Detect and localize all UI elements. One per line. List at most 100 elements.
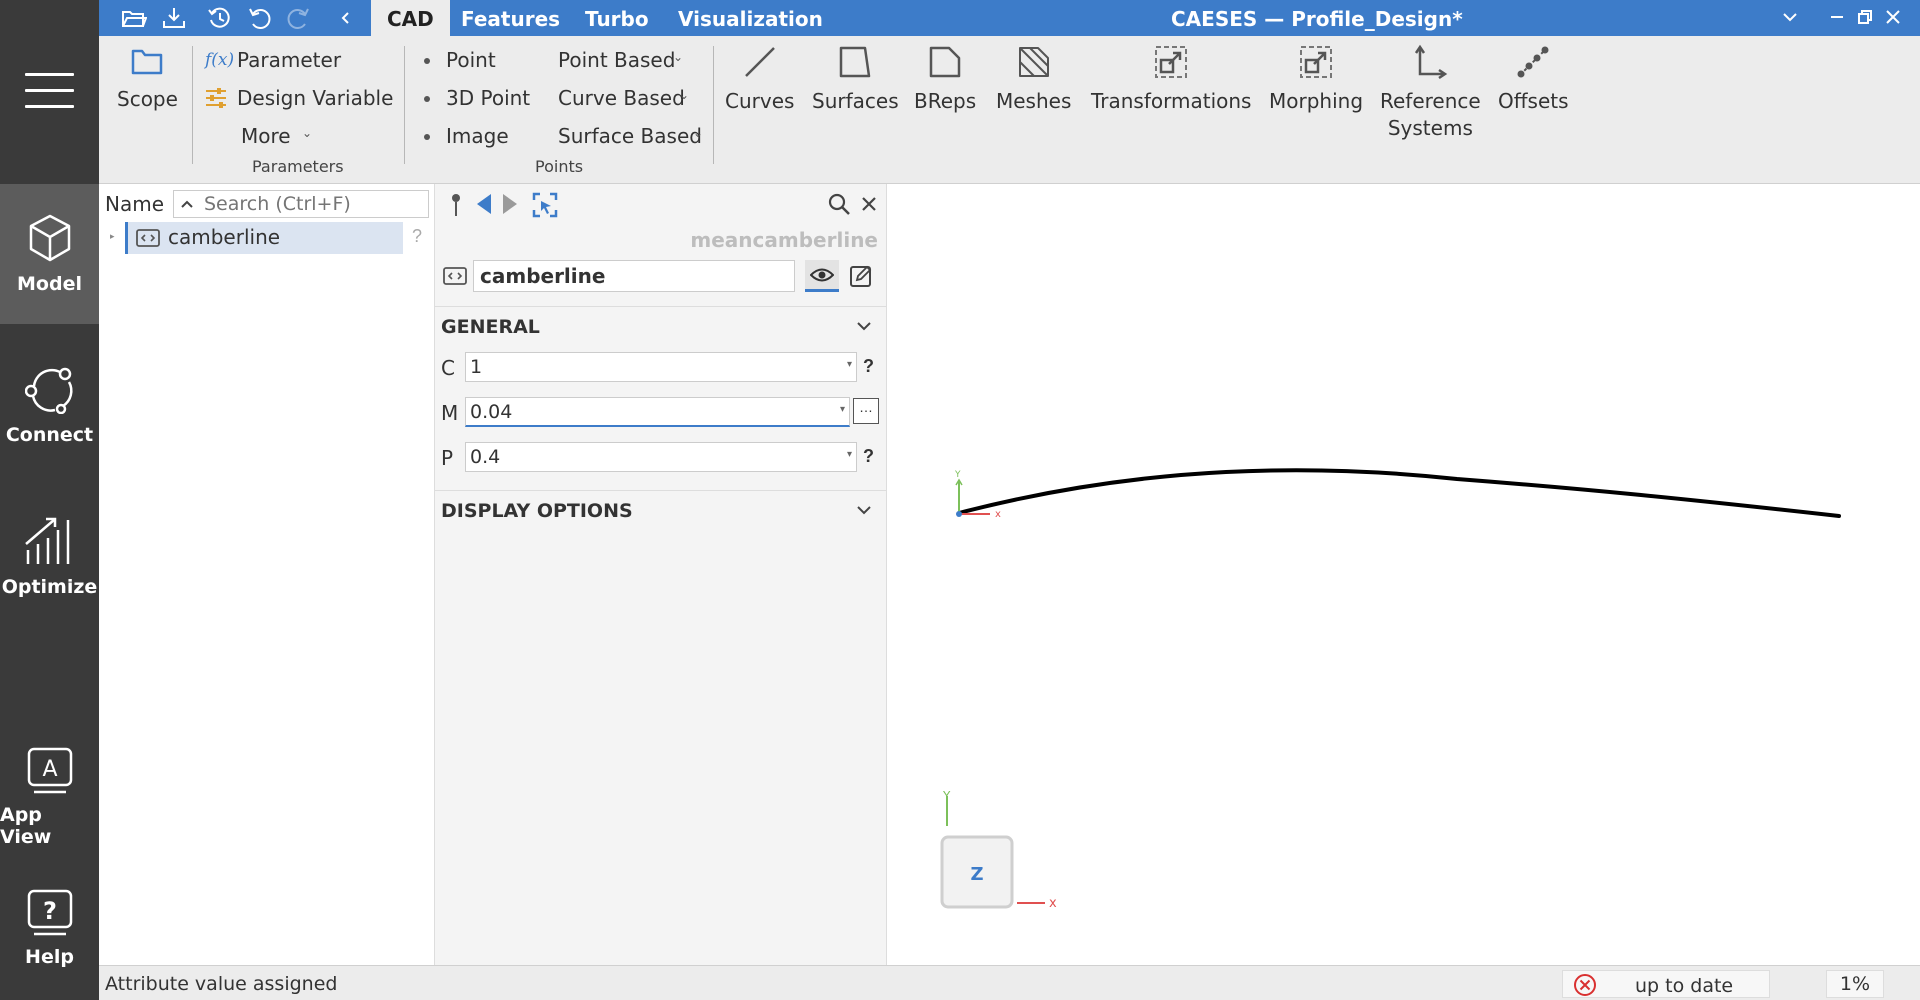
param-m-field[interactable]: ▾ xyxy=(465,397,850,427)
parameter-label: Parameter xyxy=(237,48,342,72)
back-arrow-icon[interactable] xyxy=(475,192,493,216)
view-cube-x-label: x xyxy=(1049,896,1057,911)
save-icon[interactable] xyxy=(161,5,187,31)
close-icon[interactable] xyxy=(1882,6,1904,28)
offsets-button[interactable]: Offsets xyxy=(1498,44,1569,115)
view-cube-z-label[interactable]: Z xyxy=(970,864,983,885)
sliders-icon xyxy=(206,88,226,108)
object-tree-panel: Name ▸ camberline ? xyxy=(99,184,435,965)
help-icon[interactable]: ? xyxy=(412,226,422,247)
restore-icon[interactable] xyxy=(1854,6,1876,28)
sidebar-item-model[interactable]: Model xyxy=(0,184,99,324)
sidebar-item-app-view[interactable]: A App View xyxy=(0,727,99,867)
param-m-label: M xyxy=(441,401,459,425)
edit-icon[interactable] xyxy=(849,264,873,288)
ribbon: Scope f(x) Parameter Design Variable Mor… xyxy=(99,36,1920,184)
tree-item-camberline[interactable]: camberline xyxy=(125,222,403,254)
design-variable-label: Design Variable xyxy=(237,86,394,110)
svg-text:A: A xyxy=(42,757,57,782)
app-view-icon: A xyxy=(27,747,72,794)
feature-icon xyxy=(443,267,467,285)
object-name-field[interactable]: camberline xyxy=(473,260,795,292)
meshes-label: Meshes xyxy=(996,89,1072,113)
param-c-input[interactable] xyxy=(470,353,830,381)
surfaces-label: Surfaces xyxy=(812,89,899,113)
chevron-up-icon[interactable] xyxy=(180,198,194,210)
transformation-icon xyxy=(1155,46,1188,78)
sidebar-item-help[interactable]: ? Help xyxy=(0,858,99,998)
morphing-button[interactable]: Morphing xyxy=(1269,44,1363,115)
dropdown-arrow-icon[interactable]: ▾ xyxy=(847,359,852,370)
cube-icon xyxy=(29,214,70,262)
viewport-canvas[interactable]: Y x Y x Z xyxy=(887,184,1920,965)
minimize-icon[interactable] xyxy=(1826,6,1848,28)
breps-button[interactable]: BReps xyxy=(914,44,976,115)
param-m-input[interactable] xyxy=(470,398,830,426)
more-label: More xyxy=(241,124,291,148)
tree-name-header[interactable]: Name xyxy=(105,192,164,216)
expand-icon[interactable]: ▸ xyxy=(110,231,115,242)
help-icon[interactable]: ? xyxy=(863,356,874,377)
morphing-icon xyxy=(1300,46,1332,78)
param-c-field[interactable]: ▾ xyxy=(465,352,857,382)
select-icon[interactable] xyxy=(532,192,558,218)
update-status-label: up to date xyxy=(1635,975,1734,997)
tab-visualization[interactable]: Visualization xyxy=(662,0,839,36)
more-options-button[interactable]: … xyxy=(853,398,879,424)
param-p-field[interactable]: ▾ xyxy=(465,442,857,472)
display-options-section-header[interactable]: DISPLAY OPTIONS xyxy=(435,490,887,530)
transformations-label: Transformations xyxy=(1091,89,1252,113)
chevron-left-icon[interactable] xyxy=(333,5,359,31)
open-folder-icon[interactable] xyxy=(121,5,147,31)
tab-features[interactable]: Features xyxy=(445,0,576,36)
param-p-input[interactable] xyxy=(470,443,830,471)
view-cube[interactable] xyxy=(940,796,1045,909)
visibility-toggle[interactable] xyxy=(805,260,839,292)
ribbon-separator xyxy=(713,46,714,164)
reference-label-line2: Systems xyxy=(1387,116,1473,140)
offsets-icon xyxy=(1517,46,1549,78)
brep-icon xyxy=(929,46,961,78)
reference-systems-button[interactable]: Reference Systems xyxy=(1380,44,1481,142)
menu-icon[interactable] xyxy=(25,73,74,109)
transformations-button[interactable]: Transformations xyxy=(1091,44,1251,115)
scope-button[interactable]: Scope xyxy=(117,44,178,113)
point-label: Point xyxy=(446,48,496,72)
update-status[interactable]: up to date xyxy=(1562,970,1770,998)
bullet-icon xyxy=(424,58,430,64)
chevron-down-icon[interactable] xyxy=(1779,6,1801,28)
chevron-down-icon xyxy=(857,506,871,515)
tab-cad[interactable]: CAD xyxy=(371,0,450,36)
general-section-label: GENERAL xyxy=(441,316,540,338)
3d-viewport[interactable]: Y x Y x Z xyxy=(887,184,1920,965)
status-bar: Attribute value assigned up to date 1% xyxy=(99,965,1920,1000)
redo-icon[interactable] xyxy=(285,5,311,31)
dropdown-arrow-icon[interactable]: ▾ xyxy=(847,449,852,460)
search-input[interactable] xyxy=(204,191,424,217)
bullet-icon xyxy=(424,134,430,140)
camber-curve[interactable] xyxy=(957,468,1841,518)
surfaces-button[interactable]: Surfaces xyxy=(812,44,899,115)
dropdown-arrow-icon[interactable]: ▾ xyxy=(840,404,845,415)
param-p-label: P xyxy=(441,446,454,470)
origin-y-label: Y xyxy=(954,470,961,480)
sidebar-item-optimize[interactable]: Optimize xyxy=(0,486,99,626)
tree-search-box xyxy=(173,190,429,218)
undo-icon[interactable] xyxy=(247,5,273,31)
reference-systems-label: Reference Systems xyxy=(1380,88,1481,142)
sidebar-item-connect[interactable]: Connect xyxy=(0,335,99,475)
help-icon[interactable]: ? xyxy=(863,446,874,467)
meshes-button[interactable]: Meshes xyxy=(996,44,1071,115)
search-icon[interactable] xyxy=(827,192,851,216)
forward-arrow-icon[interactable] xyxy=(501,192,519,216)
general-section-header[interactable]: GENERAL xyxy=(435,306,887,346)
pin-icon[interactable] xyxy=(447,192,465,218)
properties-panel: meancamberline camberline GENERAL C ▾ ? … xyxy=(435,184,887,965)
tab-turbo[interactable]: Turbo xyxy=(569,0,665,36)
history-icon[interactable] xyxy=(207,5,233,31)
close-icon[interactable] xyxy=(860,195,878,213)
status-message: Attribute value assigned xyxy=(105,973,338,995)
offsets-label: Offsets xyxy=(1498,89,1569,113)
curves-button[interactable]: Curves xyxy=(725,44,794,115)
chevron-down-icon xyxy=(857,322,871,331)
